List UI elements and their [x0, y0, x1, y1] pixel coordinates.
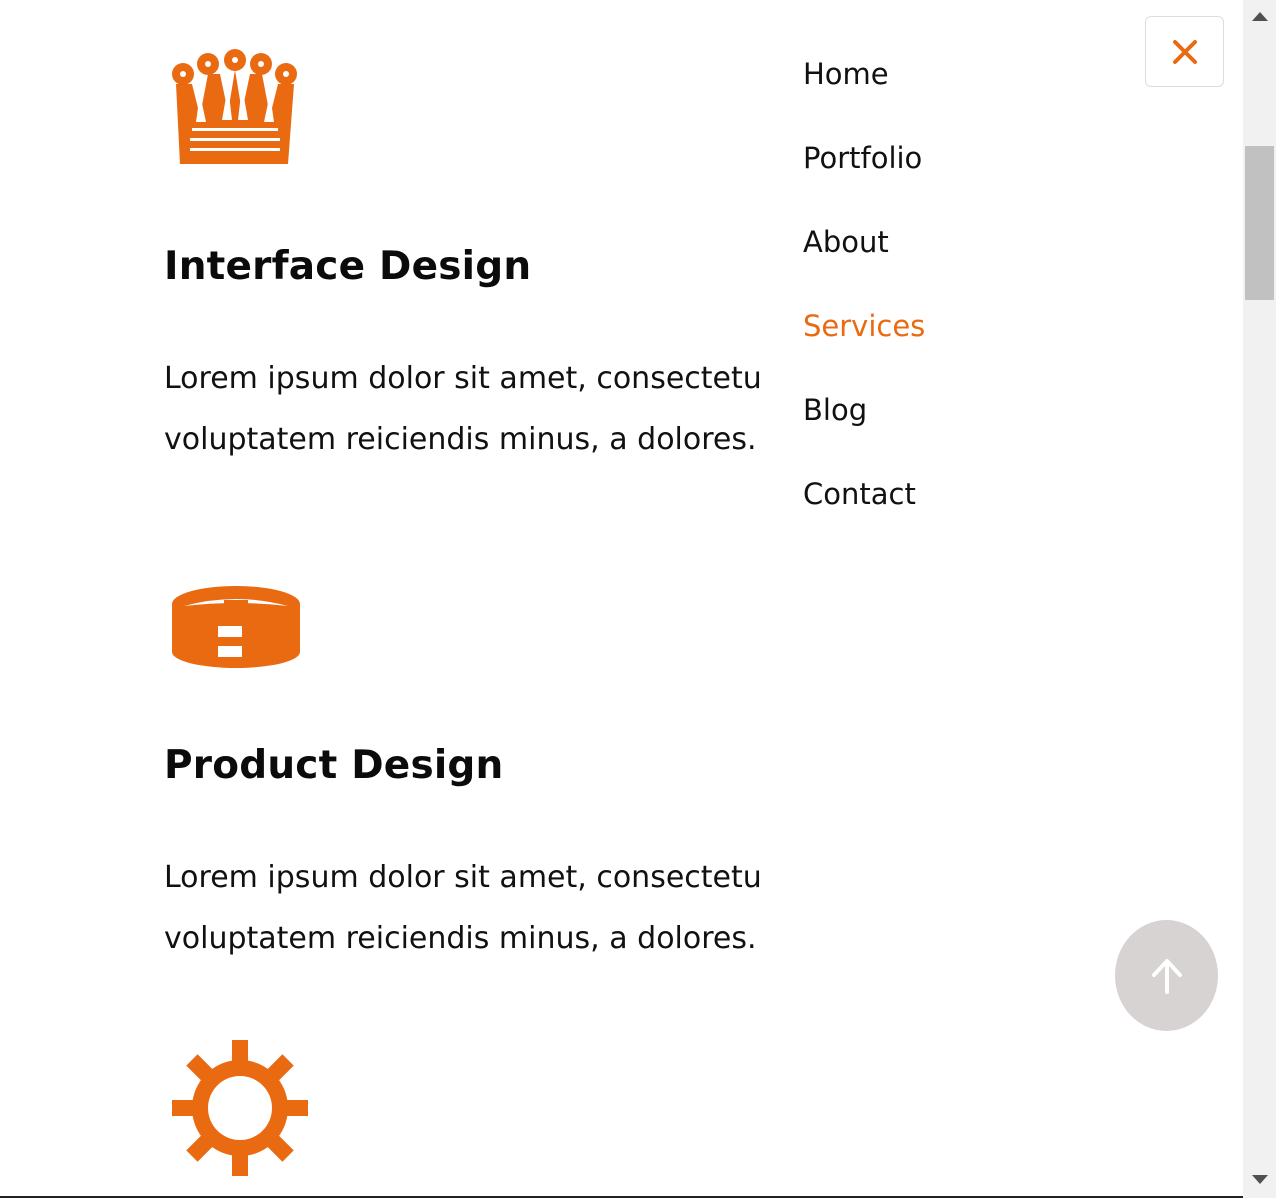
back-to-top-button[interactable] [1115, 920, 1218, 1031]
menu-item-services[interactable]: Services [803, 304, 1003, 388]
scrollbar-thumb[interactable] [1245, 146, 1274, 300]
scroll-up-arrow-icon[interactable] [1252, 12, 1268, 21]
menu-item-blog[interactable]: Blog [803, 388, 1003, 472]
menu-item-contact[interactable]: Contact [803, 472, 1003, 556]
scroll-down-arrow-icon[interactable] [1252, 1175, 1268, 1184]
gear-icon [172, 1040, 308, 1180]
menu-item-about[interactable]: About [803, 220, 1003, 304]
menu-item-portfolio[interactable]: Portfolio [803, 136, 1003, 220]
vertical-scrollbar[interactable] [1243, 0, 1276, 1198]
main-menu: Home Portfolio About Services Blog Conta… [803, 52, 1003, 556]
close-icon [1172, 39, 1197, 64]
close-menu-button[interactable] [1145, 16, 1224, 87]
page-viewport: Interface Design Lorem ipsum dolor sit a… [0, 0, 1243, 1196]
menu-item-home[interactable]: Home [803, 52, 1003, 136]
service-partial [164, 0, 760, 1196]
arrow-up-icon [1151, 958, 1182, 994]
